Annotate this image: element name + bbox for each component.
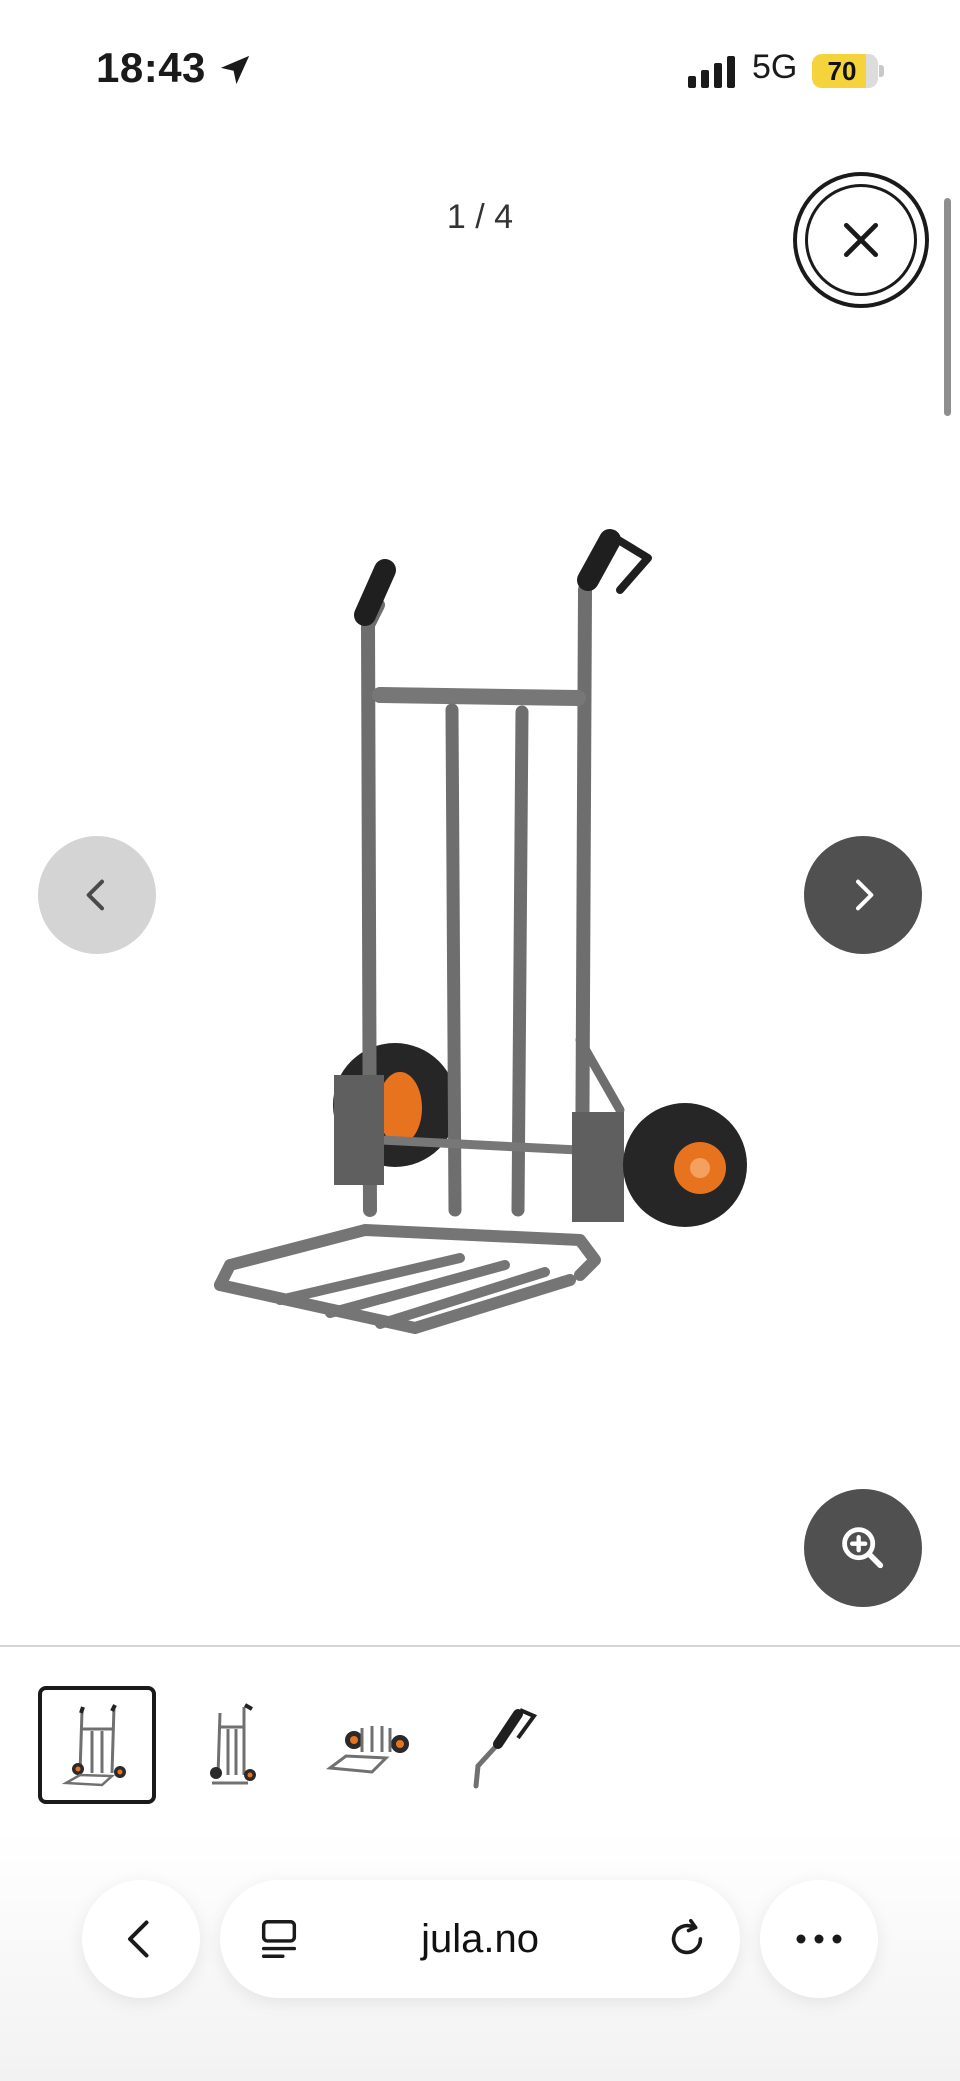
status-time: 18:43 — [96, 44, 206, 91]
address-bar[interactable]: jula.no — [220, 1880, 740, 1998]
thumbnail-image — [62, 1704, 126, 1787]
chevron-right-icon — [856, 879, 874, 911]
close-button[interactable] — [793, 172, 929, 308]
zoom-in-icon — [842, 1527, 884, 1569]
chevron-left-icon — [127, 1920, 149, 1958]
thumbnail-4[interactable] — [449, 1686, 567, 1804]
back-button[interactable] — [82, 1880, 200, 1998]
divider — [0, 1645, 960, 1647]
previous-image-button[interactable] — [38, 836, 156, 954]
location-arrow-icon — [220, 55, 250, 85]
network-type: 5G — [752, 48, 798, 86]
close-icon — [843, 222, 879, 258]
thumbnail-image — [210, 1703, 256, 1785]
thumbnail-1[interactable] — [38, 1686, 156, 1804]
thumbnail-image — [473, 1708, 538, 1789]
thumbnail-3[interactable] — [312, 1686, 430, 1804]
zoom-button[interactable] — [804, 1489, 922, 1607]
thumbnail-2[interactable] — [175, 1686, 293, 1804]
product-image — [214, 529, 747, 1334]
battery-level: 70 — [827, 56, 857, 86]
scrollbar[interactable] — [944, 198, 951, 416]
url-text[interactable]: jula.no — [220, 1880, 740, 1998]
battery-indicator: 70 — [812, 54, 884, 88]
more-icon — [796, 1934, 842, 1944]
reload-icon[interactable] — [664, 1916, 710, 1962]
more-button[interactable] — [760, 1880, 878, 1998]
next-image-button[interactable] — [804, 836, 922, 954]
thumbnail-image — [326, 1726, 409, 1774]
chevron-left-icon — [86, 879, 104, 911]
cellular-signal-icon — [688, 56, 735, 88]
